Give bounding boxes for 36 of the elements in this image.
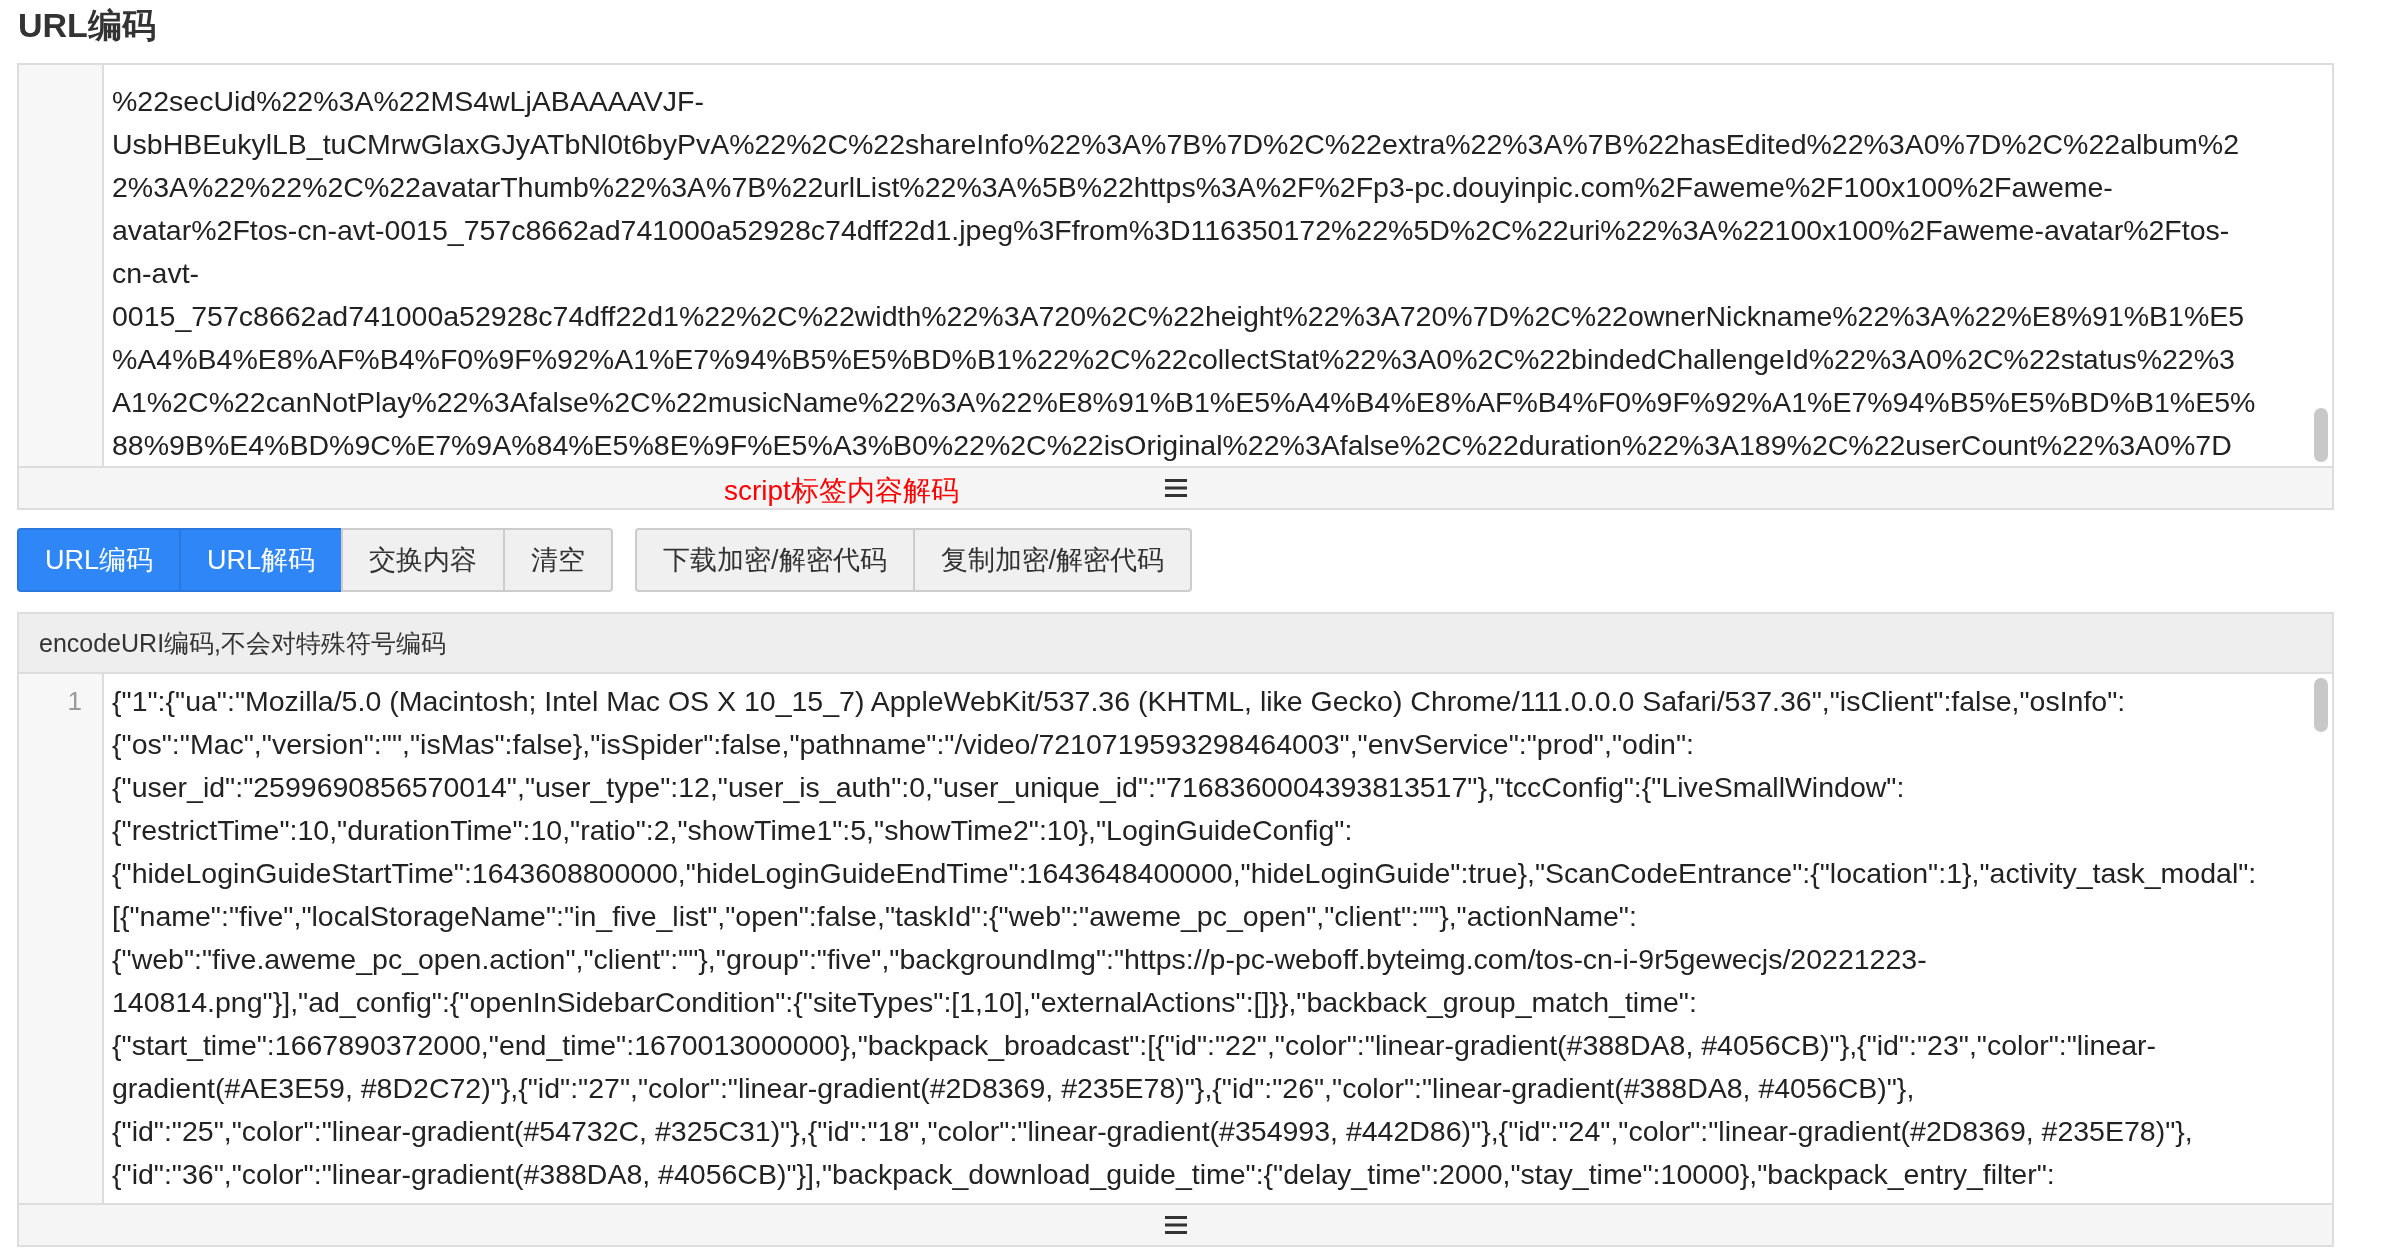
action-button[interactable]: 交换内容	[341, 528, 506, 592]
code-line: {"id":"36","color":"linear-gradient(#388DA8, #4056CB)"}],"backpack_download_guide_time":{"delay_time":2000,"stay_time":10000},"backpack_entry_filter":	[112, 1157, 2055, 1192]
code-line: gradient(#AE3E59, #8D2C72)"},{"id":"27","color":"linear-gradient(#2D8369, #235E78)"},{"id":"26","color":"linear-gradient(#388DA8, #4056CB)"},	[112, 1071, 1915, 1106]
scrollbar-thumb[interactable]	[2314, 678, 2328, 732]
code-line: A1%2C%22canNotPlay%22%3Afalse%2C%22musicName%22%3A%22%E8%91%B1%E5%A4%B4%E8%AF%B4%F0%9F%92%A1%E7%94%B5%E5%BD%B1%E5%	[112, 385, 2256, 420]
code-line: {"user_id":"2599690856570014","user_type":12,"user_is_auth":0,"user_unique_id":"7168360004393813517"},"tccConfig":{"LiveSmallWindow":	[112, 770, 1905, 805]
code-line: {"id":"25","color":"linear-gradient(#54732C, #325C31)"},{"id":"18","color":"linear-gradient(#354993, #442D86)"},{"id":"24","color":"linear-gradient(#2D8369, #235E78)"},	[112, 1114, 2193, 1149]
code-line: 88%9B%E4%BD%9C%E7%9A%84%E5%8E%9F%E5%A3%B0%22%2C%22isOriginal%22%3Afalse%2C%22duration%22%3A189%2C%22userCount%22%3A0%7D	[112, 428, 2232, 463]
action-button[interactable]: URL编码	[17, 528, 181, 592]
code-line: cn-avt-	[112, 256, 200, 291]
code-line: UsbHBEukylLB_tuCMrwGlaxGJyATbNl0t6byPvA%22%2C%22shareInfo%22%3A%7B%7D%2C%22extra%22%3A%7B%22hasEdited%22%3A0%7D%2C%22album%2	[112, 127, 2239, 162]
code-line: {"start_time":1667890372000,"end_time":1670013000000},"backpack_broadcast":[{"id":"22","color":"linear-gradient(#388DA8, #4056CB)"},{"id":"23","color":"linear-	[112, 1028, 2157, 1063]
line-number: 1	[66, 685, 83, 718]
code-line: avatar%2Ftos-cn-avt-0015_757c8662ad741000a52928c74dff22d1.jpeg%3Ffrom%3D116350172%22%5D%2C%22uri%22%3A%22100x100%2Faweme-avatar%2Ftos-	[112, 213, 2230, 248]
menu-icon[interactable]	[1164, 1216, 1187, 1234]
code-line: %22secUid%22%3A%22MS4wLjABAAAAVJF-	[112, 84, 704, 119]
code-line: {"restrictTime":10,"durationTime":10,"ratio":2,"showTime1":5,"showTime2":10},"LoginGuideConfig":	[112, 813, 1353, 848]
code-line: %A4%B4%E8%AF%B4%F0%9F%92%A1%E7%94%B5%E5%BD%B1%22%2C%22collectStat%22%3A0%2C%22bindedChallengeId%22%3A0%2C%22status%22%3	[112, 342, 2235, 377]
code-line: {"hideLoginGuideStartTime":1643608800000,"hideLoginGuideEndTime":1643648400000,"hideLoginGuide":true},"ScanCodeEntrance":{"location":1},"activity_task_modal":	[112, 856, 2257, 891]
panel-header: encodeURI编码,不会对特殊符号编码	[19, 614, 2332, 674]
code-line: {"web":"five.aweme_pc_open.action","client":""},"group":"five","backgroundImg":"https://p-pc-weboff.byteimg.com/tos-cn-i-9r5gewecjs/20221223-	[112, 942, 1927, 977]
code-line: {"1":{"ua":"Mozilla/5.0 (Macintosh; Intel Mac OS X 10_15_7) AppleWebKit/537.36 (KHTML, like Gecko) Chrome/111.0.0.0 Safari/537.36","isClient":false,"osInfo":	[112, 684, 2126, 719]
code-line: {"os":"Mac","version":"","isMas":false},"isSpider":false,"pathname":"/video/7210719593298464003","envService":"prod","odin":	[112, 727, 1694, 762]
code-line: 0015_757c8662ad741000a52928c74dff22d1%22%2C%22width%22%3A720%2C%22height%22%3A720%7D%2C%22ownerNickname%22%3A%22%E8%91%B1%E5	[112, 299, 2245, 334]
code-line: 140814.png"}],"ad_config":{"openInSidebarCondition":{"siteTypes":[1,10],"externalActions":[]}},"backback_group_match_time":	[112, 985, 1697, 1020]
scrollbar-thumb[interactable]	[2314, 408, 2328, 462]
page-title: URL编码	[17, 5, 157, 46]
menu-icon[interactable]	[1164, 479, 1187, 497]
action-button[interactable]: 下载加密/解密代码	[635, 528, 915, 592]
code-line: 2%3A%22%22%2C%22avatarThumb%22%3A%7B%22urlList%22%3A%5B%22https%3A%2F%2Fp3-pc.douyinpic.com%2Faweme%2F100x100%2Faweme-	[112, 170, 2113, 205]
source-editor[interactable]	[17, 63, 2334, 510]
footer-label: script标签内容解码	[724, 474, 959, 508]
code-line: [{"name":"five","localStorageName":"in_five_list","open":false,"taskId":{"web":"aweme_pc_open","client":""},"actionName":	[112, 899, 1637, 934]
action-button[interactable]: URL解码	[179, 528, 344, 592]
action-button[interactable]: 复制加密/解密代码	[912, 528, 1193, 592]
action-button[interactable]: 清空	[503, 528, 614, 592]
